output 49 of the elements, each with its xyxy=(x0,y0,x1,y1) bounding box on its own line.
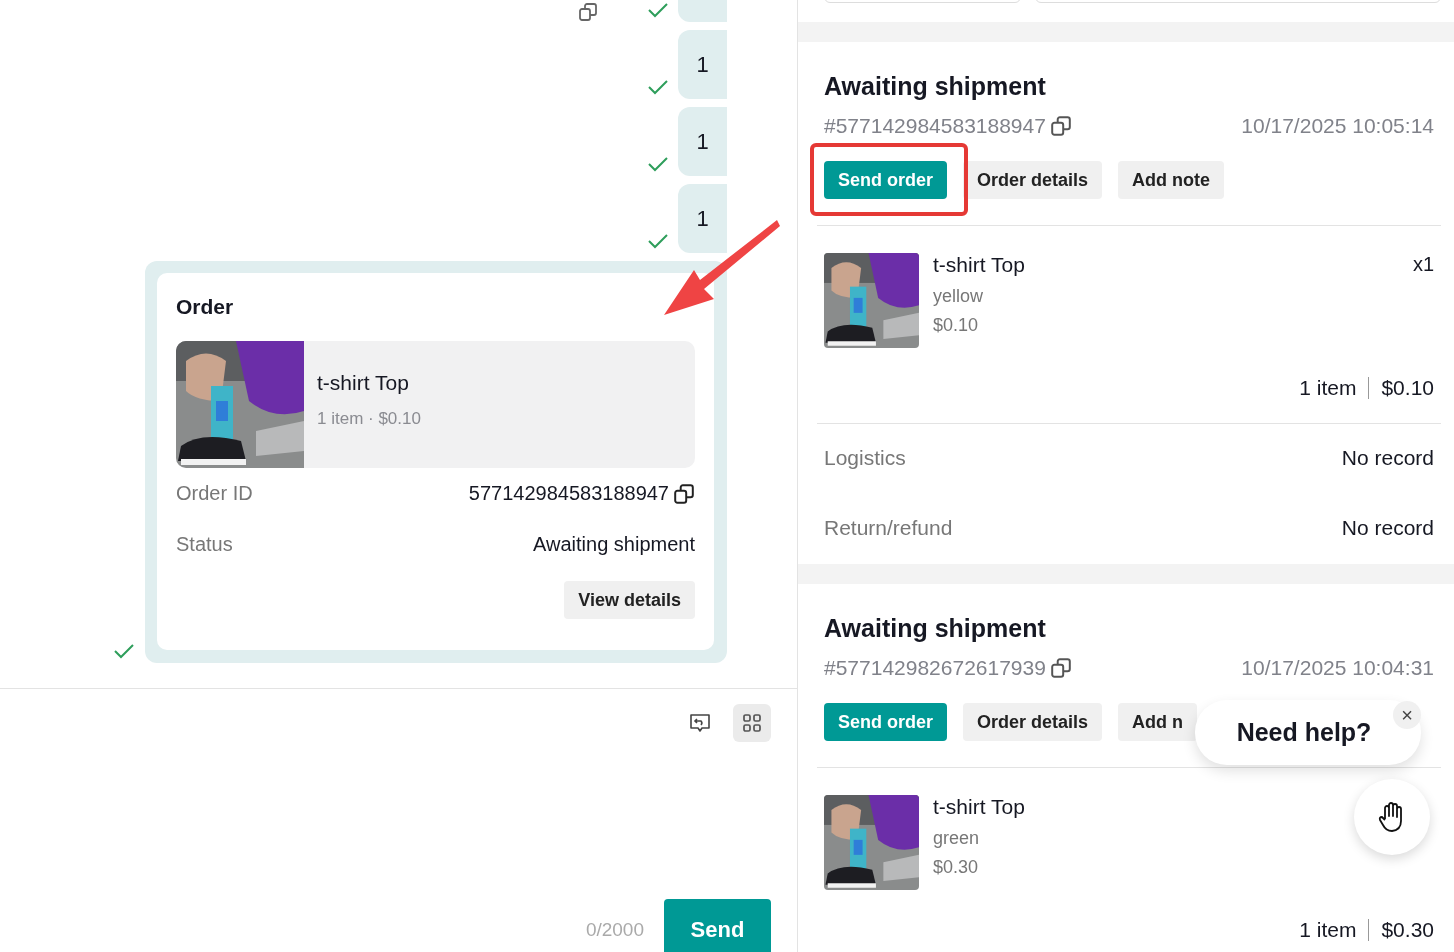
product-price: $0.10 xyxy=(933,315,979,336)
info-value: No record xyxy=(1341,516,1434,541)
product-variant: green xyxy=(933,828,980,849)
item-count: 1 item xyxy=(1299,376,1357,400)
product-name: t-shirt Top xyxy=(933,795,1025,819)
copy-icon[interactable] xyxy=(673,482,695,505)
order-action-button[interactable]: Add n xyxy=(1118,703,1198,741)
copy-icon[interactable] xyxy=(1049,115,1072,137)
close-button[interactable]: × xyxy=(1393,701,1421,729)
message-bubble: 1 xyxy=(678,30,727,99)
product-name: t-shirt Top xyxy=(933,253,1025,277)
help-button[interactable] xyxy=(1354,779,1430,855)
card-title: Order xyxy=(176,295,235,319)
send-order-button[interactable]: Send order xyxy=(824,161,948,199)
order-status: Awaiting shipment xyxy=(824,72,1047,101)
info-label: Return/refund xyxy=(824,516,953,541)
quick-reply-icon xyxy=(688,711,712,735)
order-date: 10/17/2025 10:04:31 xyxy=(1241,656,1434,680)
product-variant: yellow xyxy=(933,286,984,307)
copy-icon[interactable] xyxy=(1049,657,1072,679)
order-action-button[interactable]: Order details xyxy=(963,161,1103,199)
product-summary: 1 item · $0.10 xyxy=(317,409,421,429)
order-total: $0.10 xyxy=(1381,376,1434,400)
grid-icon xyxy=(742,713,762,733)
character-counter: 0/2000 xyxy=(585,918,644,941)
field-label: Status xyxy=(176,533,233,556)
order-total: $0.30 xyxy=(1381,918,1434,942)
view-details-button[interactable]: View details xyxy=(564,581,695,619)
product-name: t-shirt Top xyxy=(317,371,410,395)
info-label: Logistics xyxy=(824,446,906,471)
help-text: Need help? xyxy=(1236,718,1372,747)
grid-button[interactable] xyxy=(733,704,771,742)
message-bubble: 1 xyxy=(678,107,727,176)
send-order-button[interactable]: Send order xyxy=(824,703,948,741)
message-bubble: 1 xyxy=(678,184,727,253)
send-button[interactable]: Send xyxy=(664,899,771,952)
field-value: 577142984583188947 xyxy=(468,482,669,505)
product-price: $0.30 xyxy=(933,857,979,878)
order-action-button[interactable]: Add note xyxy=(1118,161,1225,199)
info-value: No record xyxy=(1341,446,1434,471)
quantity: x1 xyxy=(1412,253,1434,277)
order-status: Awaiting shipment xyxy=(824,614,1047,643)
order-number: #577142982672617939 xyxy=(824,656,1046,680)
order-action-button[interactable]: Order details xyxy=(963,703,1103,741)
field-value: Awaiting shipment xyxy=(533,533,695,556)
item-count: 1 item xyxy=(1299,918,1357,942)
order-date: 10/17/2025 10:05:14 xyxy=(1241,114,1434,138)
field-label: Order ID xyxy=(176,482,253,505)
order-number: #577142984583188947 xyxy=(824,114,1046,138)
